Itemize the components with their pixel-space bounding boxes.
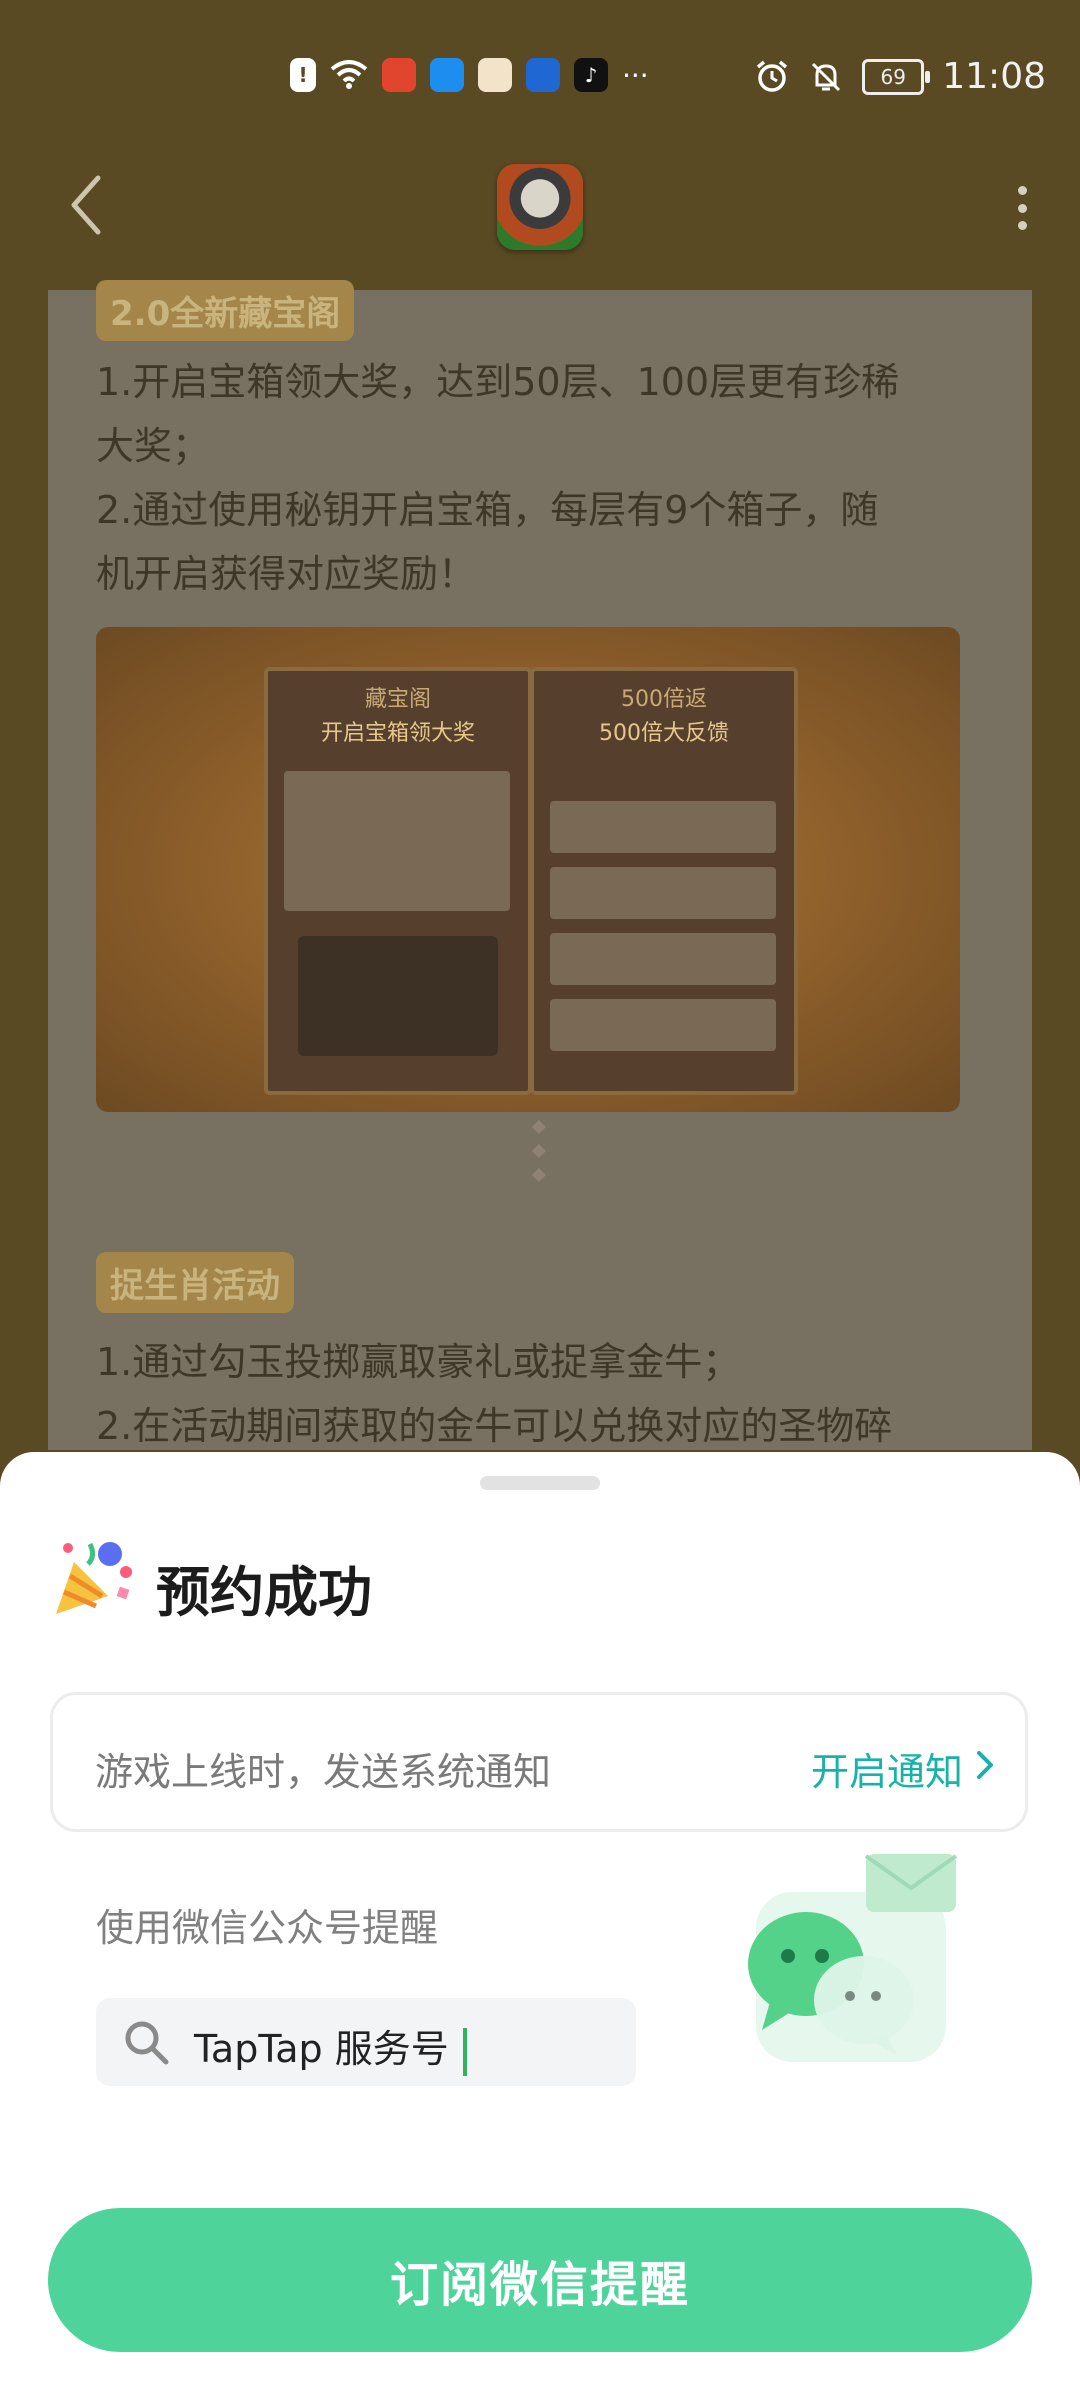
banner-panel-heading: 500倍大反馈	[599, 721, 729, 746]
battery-level: 69	[880, 64, 906, 89]
chevron-right-icon[interactable]	[973, 1747, 997, 1783]
sheet-title: 预约成功	[156, 1561, 372, 1624]
app-icon-mascot	[478, 58, 512, 92]
reservation-success-sheet: 预约成功 游戏上线时，发送系统通知 开启通知 使用微信公众号提醒 TapTap …	[0, 1452, 1080, 2400]
more-menu-icon[interactable]	[1016, 186, 1028, 230]
text-cursor	[462, 2027, 467, 2076]
party-popper-icon	[56, 1542, 132, 1614]
more-notifications-indicator: ···	[622, 58, 649, 92]
alarm-icon	[757, 60, 788, 92]
section-tag-treasure: 2.0全新藏宝阁	[96, 280, 355, 341]
search-icon	[125, 2021, 169, 2065]
banner-row	[550, 867, 776, 919]
section1-line: 大奖；	[96, 424, 211, 468]
banner-row	[550, 999, 776, 1051]
section1-line: 机开启获得对应奖励！	[96, 552, 477, 596]
wifi-icon	[330, 60, 368, 89]
banner-row	[284, 771, 510, 911]
status-notification-icons: ! ♪ ···	[290, 58, 649, 92]
section1-line: 1.开启宝箱领大奖，达到50层、100层更有珍稀	[96, 360, 900, 404]
wechat-reminder-label: 使用微信公众号提醒	[96, 1906, 439, 1950]
section2-text: 1.通过勾玉投掷赢取豪礼或捉拿金牛； 2.在活动期间获取的金牛可以兑换对应的圣物…	[96, 1330, 996, 1458]
search-value: TapTap 服务号	[194, 2027, 449, 2071]
app-icon-autohome	[526, 58, 560, 92]
status-bar: ! ♪ ··· 69 11:08	[0, 0, 1080, 160]
carousel-indicator	[531, 1119, 547, 1183]
banner-row	[550, 933, 776, 985]
banner-panel-heading: 开启宝箱领大奖	[320, 721, 475, 746]
banner-row	[550, 801, 776, 853]
section2-line: 2.在活动期间获取的金牛可以兑换对应的圣物碎	[96, 1404, 893, 1448]
section2-line: 1.通过勾玉投掷赢取豪礼或捉拿金牛；	[96, 1340, 741, 1384]
section1-line: 2.通过使用秘钥开启宝箱，每层有9个箱子，随	[96, 488, 879, 532]
bell-muted-icon	[812, 62, 841, 91]
banner-panel-title: 藏宝阁	[364, 687, 431, 712]
wechat-illustration-icon	[748, 1854, 958, 2062]
app-icon-blue	[430, 58, 464, 92]
banner-locked-chest	[298, 936, 498, 1056]
enable-notification-link[interactable]: 开启通知	[811, 1741, 963, 1796]
wechat-account-search-box[interactable]: TapTap 服务号	[96, 1998, 636, 2086]
subscribe-wechat-button[interactable]: 订阅微信提醒	[48, 2208, 1032, 2352]
back-arrow-icon[interactable]	[62, 170, 112, 240]
alert-icon: !	[290, 58, 316, 92]
notification-description: 游戏上线时，发送系统通知	[95, 1750, 552, 1794]
clock: 11:08	[942, 56, 1046, 97]
banner-panel-title: 500倍返	[621, 687, 707, 712]
status-right-group: 69 11:08	[754, 56, 1046, 97]
banner-panel-treasure: 藏宝阁 开启宝箱领大奖	[264, 667, 532, 1095]
section1-text: 1.开启宝箱领大奖，达到50层、100层更有珍稀 大奖； 2.通过使用秘钥开启宝…	[96, 350, 996, 606]
app-icon-tiktok: ♪	[574, 58, 608, 92]
game-description-article: 2.0全新藏宝阁 1.开启宝箱领大奖，达到50层、100层更有珍稀 大奖； 2.…	[48, 280, 1032, 1450]
game-screenshot-banner[interactable]: 藏宝阁 开启宝箱领大奖 500倍返 500倍大反馈	[96, 627, 960, 1112]
app-icon-red	[382, 58, 416, 92]
section-tag-zodiac: 捉生肖活动	[96, 1252, 294, 1313]
battery-indicator: 69	[862, 58, 931, 95]
search-text: TapTap 服务号	[194, 2018, 467, 2076]
system-notification-card[interactable]: 游戏上线时，发送系统通知 开启通知	[50, 1692, 1028, 1832]
game-logo	[497, 164, 583, 250]
sheet-drag-handle[interactable]	[480, 1476, 600, 1490]
banner-panel-rewards: 500倍返 500倍大反馈	[530, 667, 798, 1095]
